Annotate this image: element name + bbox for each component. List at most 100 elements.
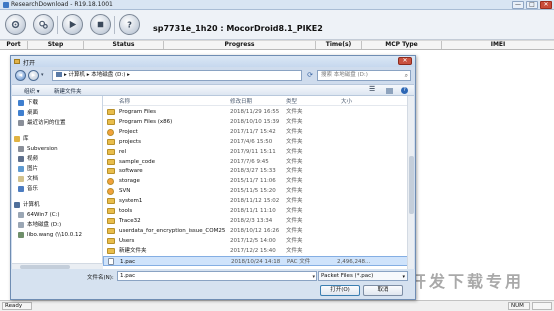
settings-button[interactable] — [5, 14, 26, 35]
open-button[interactable]: 打开(O) — [320, 285, 360, 296]
new-folder-button[interactable]: 新建文件夹 — [54, 87, 82, 95]
column-size-header[interactable]: 大小 — [341, 97, 352, 105]
nav-item[interactable]: 图片 — [12, 164, 102, 174]
view-options-icon[interactable]: ☰ — [369, 85, 375, 93]
column-mcp-type[interactable]: MCP Type — [362, 41, 442, 49]
file-name: projects — [119, 138, 141, 145]
stop-button[interactable] — [90, 14, 111, 35]
nav-item[interactable]: 视频 — [12, 154, 102, 164]
file-type: 文件夹 — [286, 138, 303, 145]
column-status[interactable]: Status — [84, 41, 164, 49]
column-time[interactable]: Time(s) — [316, 41, 362, 49]
column-step[interactable]: Step — [28, 41, 84, 49]
nav-item-label: 桌面 — [27, 110, 39, 116]
back-arrow-icon[interactable]: ◂ — [15, 70, 26, 81]
column-imei[interactable]: IMEI — [442, 41, 554, 49]
file-list-row[interactable]: 1.pac 2018/10/24 14:18 PAC 文件 2,496,248... — [103, 255, 414, 266]
file-list-row[interactable]: 新建文件夹 2017/12/2 15:40 文件夹 — [103, 246, 414, 256]
app-toolbar: ? sp7731e_1h20 : MocorDroid8.1_PIKE2 — [0, 10, 554, 40]
file-list-row[interactable]: sample_code 2017/7/6 9:45 文件夹 — [103, 157, 414, 167]
file-list-row[interactable]: rel 2017/9/11 15:11 文件夹 — [103, 147, 414, 157]
file-date: 2017/12/2 15:40 — [230, 247, 276, 254]
nav-item[interactable]: 64Win7 (C:) — [12, 210, 102, 220]
address-bar[interactable]: ▸ 计算机 ▸ 本地磁盘 (D:) ▸ — [52, 70, 302, 81]
nav-item-label: libo.wang (\\10.0.12 — [27, 232, 83, 238]
filename-input[interactable]: 1.pac ▾ — [117, 271, 317, 281]
forward-arrow-icon[interactable]: ▸ — [28, 70, 39, 81]
file-date: 2018/10/24 14:18 — [231, 258, 281, 265]
file-date: 2018/10/10 15:39 — [230, 118, 280, 125]
packet-settings-button[interactable] — [33, 14, 54, 35]
cancel-button[interactable]: 取消 — [363, 285, 403, 296]
column-date-header[interactable]: 修改日期 — [230, 97, 252, 105]
close-button[interactable]: ✕ — [540, 1, 552, 9]
nav-item[interactable]: 下载 — [12, 98, 102, 108]
minimize-button[interactable]: — — [512, 1, 524, 9]
history-dropdown-icon[interactable]: ▾ — [41, 72, 44, 78]
file-type: 文件夹 — [286, 178, 303, 185]
recent-places-icon — [18, 120, 24, 126]
file-list-row[interactable]: projects 2017/4/6 15:50 文件夹 — [103, 137, 414, 147]
nav-item[interactable]: 桌面 — [12, 108, 102, 118]
file-list-row[interactable]: SVN 2015/11/5 15:20 文件夹 — [103, 186, 414, 196]
help-icon[interactable]: ? — [401, 87, 408, 94]
file-list-row[interactable]: Program Files (x86) 2018/10/10 15:39 文件夹 — [103, 117, 414, 127]
file-list-row[interactable]: storage 2015/11/7 11:06 文件夹 — [103, 176, 414, 186]
pictures-icon — [18, 166, 24, 172]
file-date: 2017/9/11 15:11 — [230, 148, 276, 155]
nav-item-label: 视频 — [27, 156, 39, 162]
help-button[interactable]: ? — [119, 14, 140, 35]
nav-item-label: 文档 — [27, 176, 39, 182]
chevron-down-icon[interactable]: ▾ — [312, 273, 315, 281]
nav-item[interactable]: Subversion — [12, 144, 102, 154]
file-list-vertical-scrollbar[interactable] — [407, 96, 414, 269]
app-titlebar: ResearchDownload - R19.18.1001 — □ ✕ — [0, 0, 554, 10]
column-progress[interactable]: Progress — [164, 41, 316, 49]
dialog-titlebar: 打开 ✕ — [11, 56, 415, 67]
play-icon — [69, 20, 77, 29]
nav-item[interactable]: 本地磁盘 (D:) — [12, 220, 102, 230]
file-name: storage — [119, 178, 140, 185]
dialog-navigation-bar: ◂ ▸ ▾ ▸ 计算机 ▸ 本地磁盘 (D:) ▸ ⟳ 搜索 本地磁盘 (D:)… — [11, 67, 415, 84]
file-type: 文件夹 — [286, 168, 303, 175]
nav-item-label: 图片 — [27, 166, 39, 172]
gear-icon — [11, 20, 20, 29]
file-date: 2015/11/7 11:06 — [230, 178, 276, 185]
preview-pane-icon[interactable] — [386, 88, 393, 94]
maximize-button[interactable]: □ — [526, 1, 538, 9]
search-input[interactable]: 搜索 本地磁盘 (D:) ⌕ — [317, 70, 411, 81]
nav-item-label: 计算机 — [23, 202, 40, 208]
folder-icon — [14, 59, 20, 64]
refresh-icon[interactable]: ⟳ — [305, 70, 315, 81]
organize-menu[interactable]: 组织 ▾ — [24, 87, 40, 95]
status-indicator-empty — [532, 302, 552, 310]
file-list-row[interactable]: Project 2017/11/7 15:42 文件夹 — [103, 127, 414, 137]
file-list-row[interactable]: Program Files 2018/11/29 16:55 文件夹 — [103, 107, 414, 117]
file-list-row[interactable]: Trace32 2018/2/3 13:34 文件夹 — [103, 216, 414, 226]
nav-item[interactable]: 最近访问的位置 — [12, 118, 102, 128]
open-file-dialog: 打开 ✕ ◂ ▸ ▾ ▸ 计算机 ▸ 本地磁盘 (D:) ▸ ⟳ 搜索 本地磁盘… — [10, 55, 416, 300]
file-list-row[interactable]: userdata_for_encryption_issue_COM25 2018/… — [103, 226, 414, 236]
column-port[interactable]: Port — [0, 41, 28, 49]
nav-item[interactable]: 库 — [12, 134, 102, 144]
file-list-row[interactable]: software 2018/3/27 15:33 文件夹 — [103, 166, 414, 176]
file-list-row[interactable]: system1 2018/11/12 15:02 文件夹 — [103, 196, 414, 206]
column-type-header[interactable]: 类型 — [286, 97, 297, 105]
file-name: userdata_for_encryption_issue_COM25 — [119, 227, 226, 234]
start-button[interactable] — [62, 14, 83, 35]
nav-item[interactable]: 音乐 — [12, 184, 102, 194]
file-name: 1.pac — [120, 258, 136, 265]
nav-item[interactable]: 计算机 — [12, 200, 102, 210]
file-list: 名称 修改日期 类型 大小 Program Files 2018/11/29 16… — [103, 96, 414, 269]
documents-icon — [18, 176, 24, 182]
nav-item[interactable]: libo.wang (\\10.0.12 — [12, 230, 102, 240]
filetype-select[interactable]: Packet Files (*.pac) ▾ — [318, 271, 408, 281]
nav-item[interactable]: 文档 — [12, 174, 102, 184]
chevron-down-icon: ▾ — [402, 274, 405, 280]
dialog-close-button[interactable]: ✕ — [398, 57, 412, 65]
column-name-header[interactable]: 名称 — [119, 97, 130, 105]
file-list-row[interactable]: tools 2018/11/1 11:10 文件夹 — [103, 206, 414, 216]
file-list-header: 名称 修改日期 类型 大小 — [103, 96, 414, 106]
folder-icon — [107, 188, 114, 196]
file-list-row[interactable]: Users 2017/12/5 14:00 文件夹 — [103, 236, 414, 246]
